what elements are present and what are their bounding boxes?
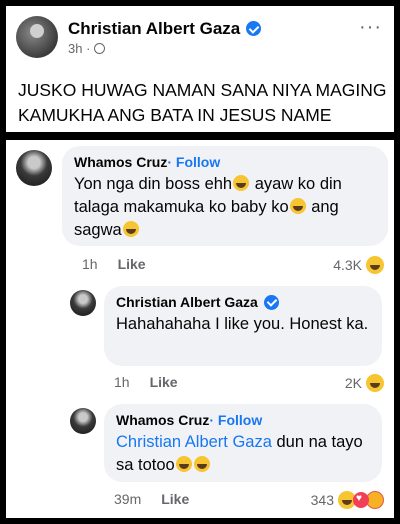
author-row: Christian Albert Gaza	[68, 19, 262, 39]
post-author-name[interactable]: Christian Albert Gaza	[68, 19, 240, 39]
follow-button[interactable]: · Follow	[167, 154, 220, 170]
comment-text-part: Yon nga din boss ehh	[74, 175, 233, 193]
comment-text: Hahahahaha I like you. Honest ka.	[116, 315, 369, 333]
comment-author[interactable]: Whamos Cruz	[74, 154, 167, 170]
more-options-icon[interactable]: ···	[359, 17, 382, 37]
comment-time[interactable]: 1h	[114, 374, 130, 390]
commenter-avatar[interactable]	[70, 290, 96, 316]
comment-reply: Whamos Cruz · Follow Christian Albert Ga…	[6, 400, 394, 518]
comments-section: Whamos Cruz · Follow Yon nga din boss eh…	[6, 140, 394, 518]
reaction-summary[interactable]: 343	[311, 491, 384, 509]
post-time[interactable]: 3h ·	[68, 41, 90, 56]
like-button[interactable]: Like	[118, 256, 146, 272]
laughing-emoji-icon	[175, 456, 192, 472]
love-reaction-icon	[353, 492, 369, 508]
verified-badge-icon	[263, 294, 279, 310]
author-avatar[interactable]	[16, 16, 58, 58]
comment: Whamos Cruz · Follow Yon nga din boss eh…	[6, 140, 394, 280]
verified-badge-icon	[246, 21, 262, 36]
reaction-summary[interactable]: 2K	[345, 374, 384, 392]
commenter-avatar[interactable]	[16, 150, 52, 186]
like-button[interactable]: Like	[161, 491, 189, 507]
comment-time[interactable]: 1h	[82, 256, 98, 272]
commenter-avatar[interactable]	[70, 408, 96, 434]
laughing-emoji-icon	[233, 175, 250, 191]
comment-author-row: Christian Albert Gaza	[116, 294, 370, 310]
comment-actions: 1h Like	[82, 256, 146, 272]
comment-reply: Christian Albert Gaza Hahahahaha I like …	[6, 282, 394, 392]
comment-bubble: Christian Albert Gaza Hahahahaha I like …	[104, 286, 382, 366]
comment-author-row: Whamos Cruz · Follow	[116, 412, 370, 428]
like-button[interactable]: Like	[150, 374, 178, 390]
post-card: Christian Albert Gaza 3h · ··· JUSKO HUW…	[6, 6, 394, 132]
follow-button[interactable]: · Follow	[209, 412, 262, 428]
post-header: Christian Albert Gaza 3h ·	[16, 16, 262, 58]
reaction-count: 2K	[344, 375, 362, 391]
globe-icon	[94, 42, 106, 54]
comment-text: Yon nga din boss ehh ayaw ko din talaga …	[74, 173, 376, 242]
haha-reaction-icon	[366, 256, 384, 274]
laughing-emoji-icon	[122, 221, 139, 237]
comment-bubble: Whamos Cruz · Follow Christian Albert Ga…	[104, 404, 382, 482]
comment-author-row: Whamos Cruz · Follow	[74, 154, 376, 170]
reaction-summary[interactable]: 4.3K	[333, 256, 384, 274]
post-text: JUSKO HUWAG NAMAN SANA NIYA MAGING KAMUK…	[18, 80, 387, 125]
comment-time[interactable]: 39m	[114, 491, 141, 507]
haha-reaction-icon	[366, 374, 384, 392]
laughing-emoji-icon	[289, 198, 306, 214]
comment-actions: 39m Like	[114, 491, 189, 507]
laughing-emoji-icon	[193, 456, 210, 472]
mention-link[interactable]: Christian Albert Gaza	[116, 433, 272, 451]
comment-bubble: Whamos Cruz · Follow Yon nga din boss eh…	[62, 146, 388, 246]
reaction-count: 4.3K	[333, 257, 362, 273]
comment-author[interactable]: Whamos Cruz	[116, 412, 209, 428]
comment-author[interactable]: Christian Albert Gaza	[116, 294, 258, 310]
reaction-count: 343	[310, 492, 334, 508]
comment-text: Christian Albert Gaza dun na tayo sa tot…	[116, 431, 370, 477]
post-time-row: 3h ·	[68, 41, 261, 56]
post-meta: Christian Albert Gaza 3h ·	[68, 19, 262, 56]
comment-actions: 1h Like	[114, 374, 178, 390]
